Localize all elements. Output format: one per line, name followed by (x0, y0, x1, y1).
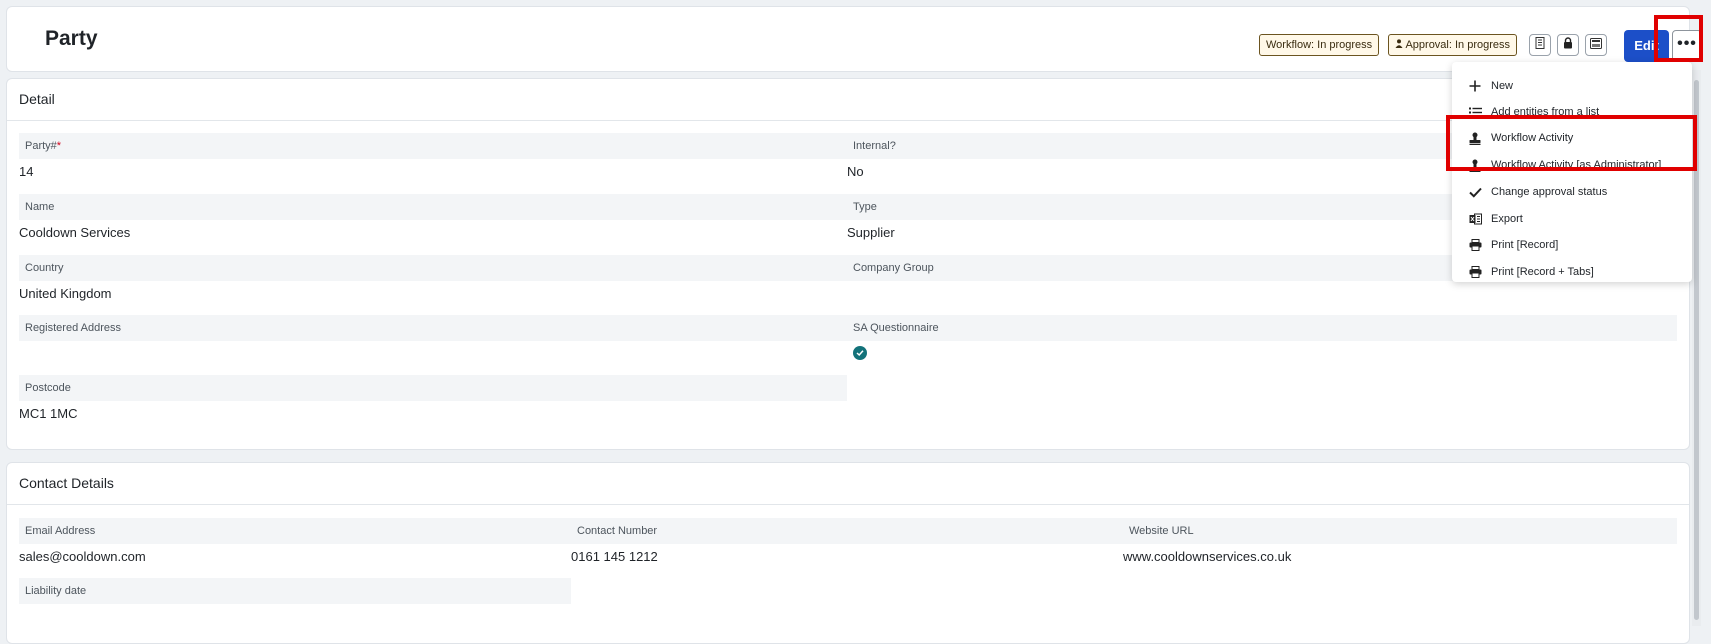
record-header: Party Workflow: In progress Approval: In… (6, 6, 1702, 72)
lock-button[interactable] (1557, 34, 1579, 56)
menu-item-label: Print [Record + Tabs] (1491, 266, 1594, 278)
field-label: Website URL (1123, 518, 1677, 544)
field-value[interactable]: MC1 1MC (19, 401, 847, 421)
page-title: Party (45, 27, 98, 50)
stamp-icon (1467, 130, 1483, 146)
field-label: Name (19, 194, 847, 220)
document-icon (1535, 36, 1545, 54)
menu-item-change-approval[interactable]: Change approval status (1452, 180, 1692, 204)
more-actions-menu: New Add entities from a list Workflow Ac… (1452, 62, 1692, 282)
list-icon (1467, 104, 1483, 120)
workflow-status-badge[interactable]: Workflow: In progress (1259, 34, 1380, 56)
menu-item-workflow-activity[interactable]: Workflow Activity (1452, 126, 1692, 150)
calculator-icon (1590, 36, 1602, 54)
more-actions-button[interactable]: ••• (1672, 30, 1702, 62)
field-registered-address: Registered Address (19, 315, 847, 346)
field-value[interactable]: 14 (19, 159, 847, 179)
menu-item-label: Export (1491, 213, 1523, 225)
field-label: Registered Address (19, 315, 847, 341)
menu-item-label: Print [Record] (1491, 239, 1559, 251)
menu-item-print-record[interactable]: Print [Record] (1452, 233, 1692, 257)
field-name: Name Cooldown Services (19, 194, 847, 240)
field-value[interactable] (19, 604, 571, 609)
menu-item-label: New (1491, 80, 1514, 92)
field-label: SA Questionnaire (847, 315, 1677, 341)
field-party-number: Party#* 14 (19, 133, 847, 179)
field-value[interactable]: United Kingdom (19, 281, 847, 301)
stamp-icon (1467, 157, 1483, 173)
detail-section: Detail Party#* 14 Internal? No Name Cool… (6, 78, 1690, 450)
field-postcode: Postcode MC1 1MC (19, 375, 847, 421)
printer-icon (1467, 237, 1483, 253)
field-country: Country United Kingdom (19, 255, 847, 301)
field-value[interactable] (19, 341, 847, 346)
scrollbar-thumb[interactable] (1694, 80, 1699, 620)
approval-status-badge[interactable]: Approval: In progress (1388, 34, 1518, 56)
field-label: Contact Number (571, 518, 1123, 544)
menu-item-label: Workflow Activity [as Administrator] (1491, 159, 1662, 171)
field-liability-date: Liability date (19, 578, 571, 609)
menu-item-label: Change approval status (1491, 186, 1608, 198)
section-title: Detail (19, 91, 55, 107)
menu-item-label: Workflow Activity (1491, 132, 1574, 144)
printer-icon (1467, 264, 1483, 280)
field-label: Country (19, 255, 847, 281)
edit-button[interactable]: Edit (1624, 30, 1669, 62)
excel-icon (1467, 211, 1483, 227)
document-button[interactable] (1529, 34, 1551, 56)
field-label: Email Address (19, 518, 571, 544)
section-divider (7, 504, 1689, 505)
approval-badge-label: Approval: In progress (1405, 39, 1511, 51)
menu-item-print-record-tabs[interactable]: Print [Record + Tabs] (1452, 260, 1692, 284)
field-email: Email Address sales@cooldown.com (19, 518, 571, 564)
menu-item-workflow-activity-admin[interactable]: Workflow Activity [as Administrator] (1452, 153, 1692, 177)
menu-item-label: Add entities from a list (1491, 106, 1600, 118)
menu-item-export[interactable]: Export (1452, 207, 1692, 231)
field-sa-questionnaire: SA Questionnaire (847, 315, 1677, 362)
required-marker: * (56, 140, 62, 152)
calculator-button[interactable] (1585, 34, 1607, 56)
field-label: Liability date (19, 578, 571, 604)
field-website: Website URL www.cooldownservices.co.uk (1123, 518, 1677, 564)
field-contact-number: Contact Number 0161 145 1212 (571, 518, 1123, 564)
menu-item-add-entities[interactable]: Add entities from a list (1452, 100, 1692, 124)
check-icon (1467, 184, 1483, 200)
field-value[interactable]: www.cooldownservices.co.uk (1123, 544, 1677, 564)
contact-details-section: Contact Details Email Address sales@cool… (6, 462, 1690, 644)
checkmark-icon (853, 346, 867, 360)
person-icon (1395, 39, 1405, 51)
field-value[interactable]: sales@cooldown.com (19, 544, 571, 564)
field-label: Party#* (19, 133, 847, 159)
lock-icon (1563, 36, 1573, 54)
workflow-badge-label: Workflow: In progress (1266, 39, 1373, 51)
section-divider (7, 120, 1689, 121)
menu-item-new[interactable]: New (1452, 74, 1692, 98)
field-value[interactable]: 0161 145 1212 (571, 544, 1123, 564)
section-title: Contact Details (19, 475, 114, 491)
plus-icon (1467, 78, 1483, 94)
field-label: Postcode (19, 375, 847, 401)
field-value[interactable]: Cooldown Services (19, 220, 847, 240)
